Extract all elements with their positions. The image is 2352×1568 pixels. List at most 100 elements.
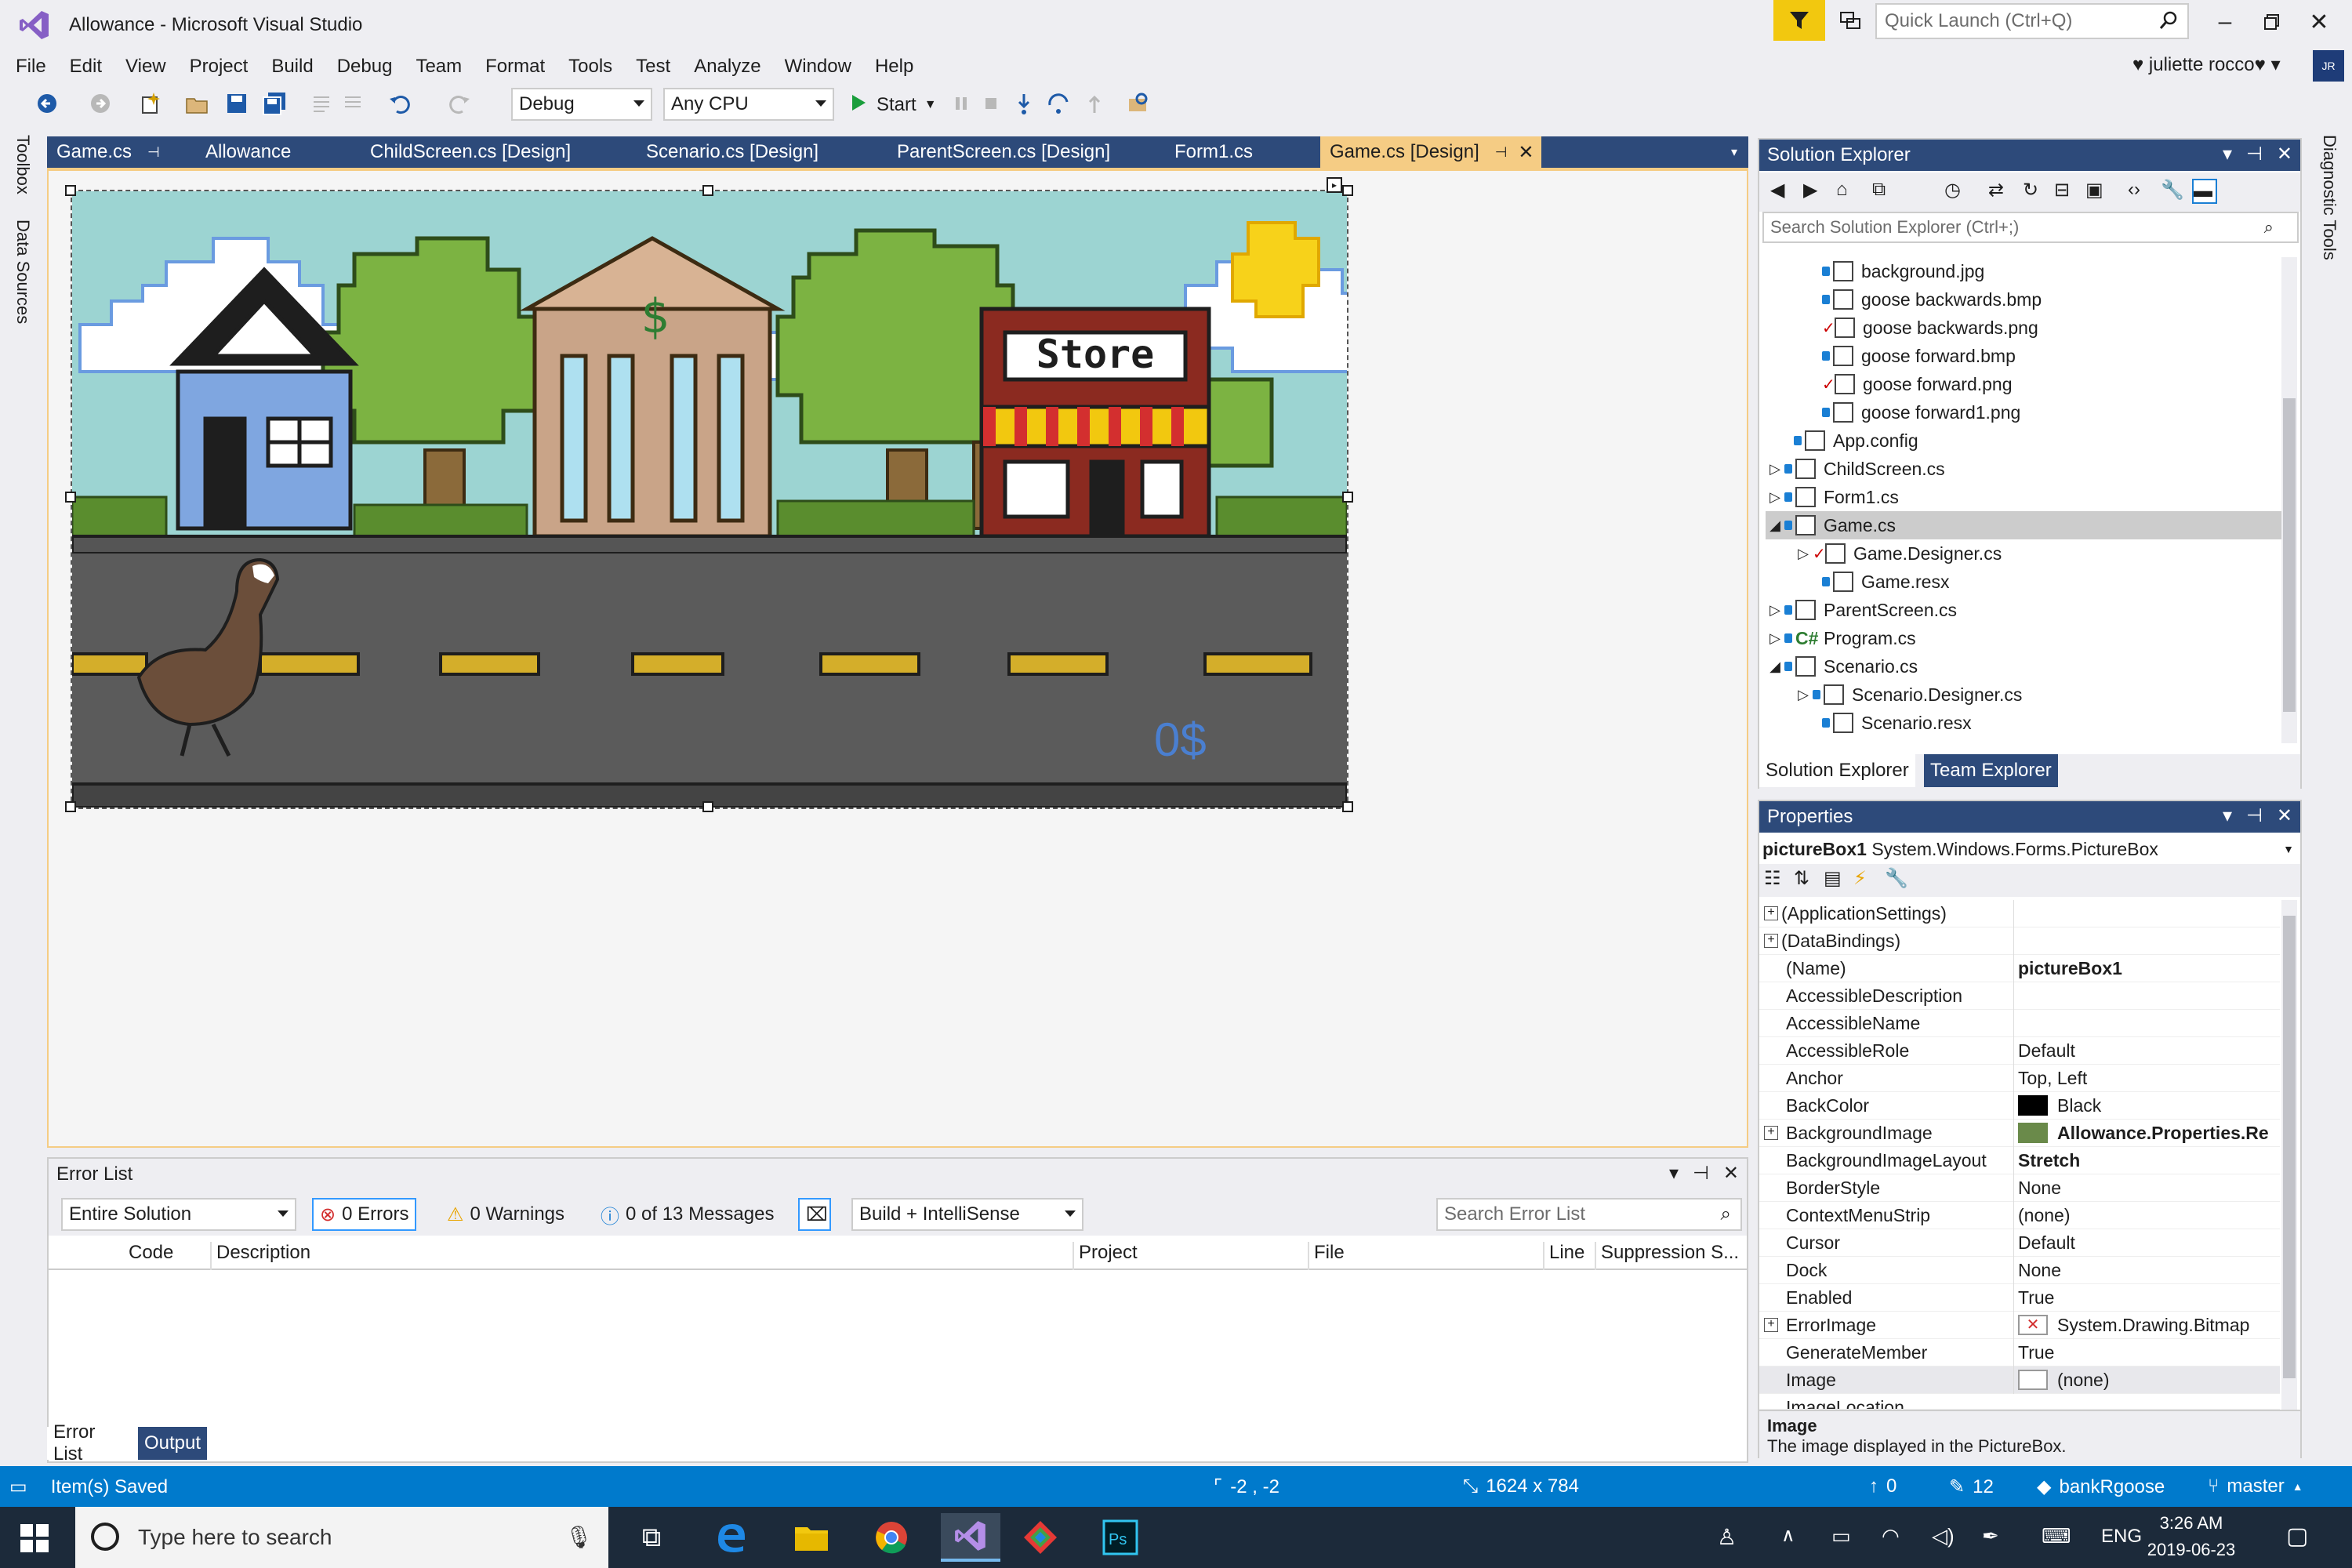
battery-icon[interactable]: ▭	[1831, 1524, 1851, 1548]
tree-item-file[interactable]: ▷ Scenario.Designer.cs	[1794, 681, 2022, 709]
minimize-button[interactable]: –	[2201, 3, 2249, 41]
windows-start-icon[interactable]	[20, 1524, 49, 1552]
property-row[interactable]: Dock None	[1759, 1257, 2280, 1284]
maximize-button[interactable]	[2249, 3, 2296, 41]
dropdown-icon[interactable]: ▾	[2223, 804, 2232, 827]
menu-edit[interactable]: Edit	[70, 56, 119, 78]
pin-icon[interactable]: ⊣	[147, 144, 160, 161]
resize-handle[interactable]	[1342, 801, 1353, 812]
messages-filter-button[interactable]: ⓘ 0 of 13 Messages	[594, 1198, 780, 1231]
property-row[interactable]: (Name) pictureBox1	[1759, 955, 2280, 982]
pin-icon[interactable]: ⊣	[1495, 144, 1508, 161]
menu-project[interactable]: Project	[190, 56, 266, 78]
resize-handle[interactable]	[1342, 492, 1353, 503]
find-in-files-icon[interactable]	[1126, 91, 1151, 116]
tree-item-file[interactable]: goose forward.bmp	[1822, 342, 2016, 370]
menu-test[interactable]: Test	[636, 56, 688, 78]
tree-item-file[interactable]: Game.resx	[1822, 568, 1949, 596]
property-row[interactable]: GenerateMember True	[1759, 1339, 2280, 1367]
close-icon[interactable]: ✕	[1723, 1162, 1739, 1185]
smart-tag-icon[interactable]: ▸	[1327, 177, 1342, 193]
property-row[interactable]: + BackgroundImage Allowance.Properties.Re	[1759, 1120, 2280, 1147]
sync-icon[interactable]: ⇄	[1988, 179, 2013, 204]
tab-form1-cs[interactable]: Form1.cs	[1165, 136, 1322, 168]
tree-item-file[interactable]: ▷ Form1.cs	[1766, 483, 1899, 511]
property-row-selected[interactable]: Image (none)	[1759, 1367, 2280, 1394]
solution-platform-select[interactable]: Any CPU	[663, 88, 834, 121]
forward-icon[interactable]: ▶	[1803, 179, 1828, 204]
step-out-icon[interactable]	[1082, 91, 1107, 116]
pen-icon[interactable]: ✒	[1982, 1524, 1999, 1548]
tab-allowance[interactable]: Allowance	[196, 136, 353, 168]
expand-icon[interactable]: +	[1764, 906, 1778, 920]
tab-solution-explorer[interactable]: Solution Explorer	[1759, 754, 1915, 787]
menu-view[interactable]: View	[125, 56, 183, 78]
pin-icon[interactable]: ⊣	[2246, 143, 2263, 165]
toolbox-tab[interactable]: Toolbox	[13, 135, 33, 194]
property-row[interactable]: Cursor Default	[1759, 1229, 2280, 1257]
status-repository[interactable]: ◆ bankRgoose	[2037, 1475, 2165, 1498]
pending-changes-icon[interactable]: ◷	[1944, 179, 1969, 204]
scrollbar[interactable]	[2281, 257, 2297, 743]
collapse-icon[interactable]: ◢	[1766, 517, 1784, 534]
properties-view-icon[interactable]: ▤	[1824, 867, 1849, 892]
wifi-icon[interactable]: ◠	[1882, 1524, 1900, 1548]
tree-item-file[interactable]: ◢ Scenario.cs	[1766, 652, 1918, 681]
notifications-filter-icon[interactable]	[1773, 0, 1825, 41]
collapse-icon[interactable]: ◢	[1766, 659, 1784, 675]
menu-help[interactable]: Help	[875, 56, 931, 78]
resize-handle[interactable]	[702, 185, 713, 196]
expand-icon[interactable]: ▷	[1766, 461, 1784, 477]
dropdown-icon[interactable]: ▾	[2223, 143, 2232, 165]
tree-item-file[interactable]: ▷ ✓ Game.Designer.cs	[1794, 539, 2002, 568]
tab-game-cs[interactable]: Game.cs ⊣	[47, 136, 183, 168]
menu-format[interactable]: Format	[485, 56, 562, 78]
show-all-files-icon[interactable]: ▣	[2085, 179, 2111, 204]
tree-item-file[interactable]: goose backwards.bmp	[1822, 285, 2042, 314]
step-over-icon[interactable]	[1046, 91, 1071, 116]
comment-out-icon[interactable]	[309, 91, 334, 116]
property-row[interactable]: BorderStyle None	[1759, 1174, 2280, 1202]
property-row[interactable]: Anchor Top, Left	[1759, 1065, 2280, 1092]
expand-icon[interactable]: ▷	[1794, 687, 1813, 703]
property-row[interactable]: BackColor Black	[1759, 1092, 2280, 1120]
column-header-line[interactable]: Line	[1543, 1242, 1584, 1270]
tree-item-file[interactable]: ✓ goose backwards.png	[1822, 314, 2038, 342]
property-row[interactable]: + ErrorImage ✕ System.Drawing.Bitmap	[1759, 1312, 2280, 1339]
menu-analyze[interactable]: Analyze	[694, 56, 778, 78]
warnings-filter-button[interactable]: ⚠ 0 Warnings	[441, 1198, 571, 1231]
events-icon[interactable]: ⚡	[1853, 867, 1878, 892]
expand-icon[interactable]: +	[1764, 1318, 1778, 1332]
git-client-icon[interactable]	[1016, 1513, 1065, 1562]
scrollbar-thumb[interactable]	[2283, 398, 2296, 712]
tab-scenario-design[interactable]: Scenario.cs [Design]	[637, 136, 887, 168]
open-file-icon[interactable]	[185, 91, 210, 116]
dropdown-icon[interactable]: ▾	[1669, 1162, 1679, 1185]
edge-browser-icon[interactable]	[707, 1513, 756, 1562]
task-view-icon[interactable]: ⧉	[627, 1513, 676, 1562]
scope-select[interactable]: Entire Solution	[61, 1198, 296, 1231]
property-row[interactable]: ImageLocation	[1759, 1394, 2280, 1410]
refresh-icon[interactable]: ↻	[2023, 179, 2048, 204]
search-error-list-input[interactable]: Search Error List ⌕	[1436, 1198, 1742, 1231]
tree-item-file-selected[interactable]: ◢ Game.cs	[1766, 511, 2283, 539]
menu-debug[interactable]: Debug	[337, 56, 410, 78]
resize-handle[interactable]	[1342, 185, 1353, 196]
preview-icon[interactable]: ▬	[2192, 179, 2217, 204]
expand-icon[interactable]: ▷	[1794, 546, 1813, 562]
close-icon[interactable]: ✕	[2277, 143, 2292, 165]
scrollbar[interactable]	[2281, 900, 2297, 1410]
property-row[interactable]: AccessibleDescription	[1759, 982, 2280, 1010]
expand-icon[interactable]: +	[1764, 934, 1778, 948]
file-explorer-icon[interactable]	[787, 1513, 836, 1562]
expand-icon[interactable]: ▷	[1766, 602, 1784, 619]
step-into-icon[interactable]	[1011, 91, 1036, 116]
tab-output[interactable]: Output	[138, 1427, 208, 1460]
close-tab-icon[interactable]: ✕	[1518, 141, 1534, 164]
column-header-file[interactable]: File	[1308, 1242, 1345, 1270]
property-row[interactable]: AccessibleName	[1759, 1010, 2280, 1037]
notifications-icon[interactable]: ▢	[2286, 1523, 2308, 1550]
photoshop-icon[interactable]: Ps	[1096, 1513, 1145, 1562]
property-row[interactable]: + (DataBindings)	[1759, 927, 2280, 955]
tab-parentscreen-design[interactable]: ParentScreen.cs [Design]	[887, 136, 1170, 168]
